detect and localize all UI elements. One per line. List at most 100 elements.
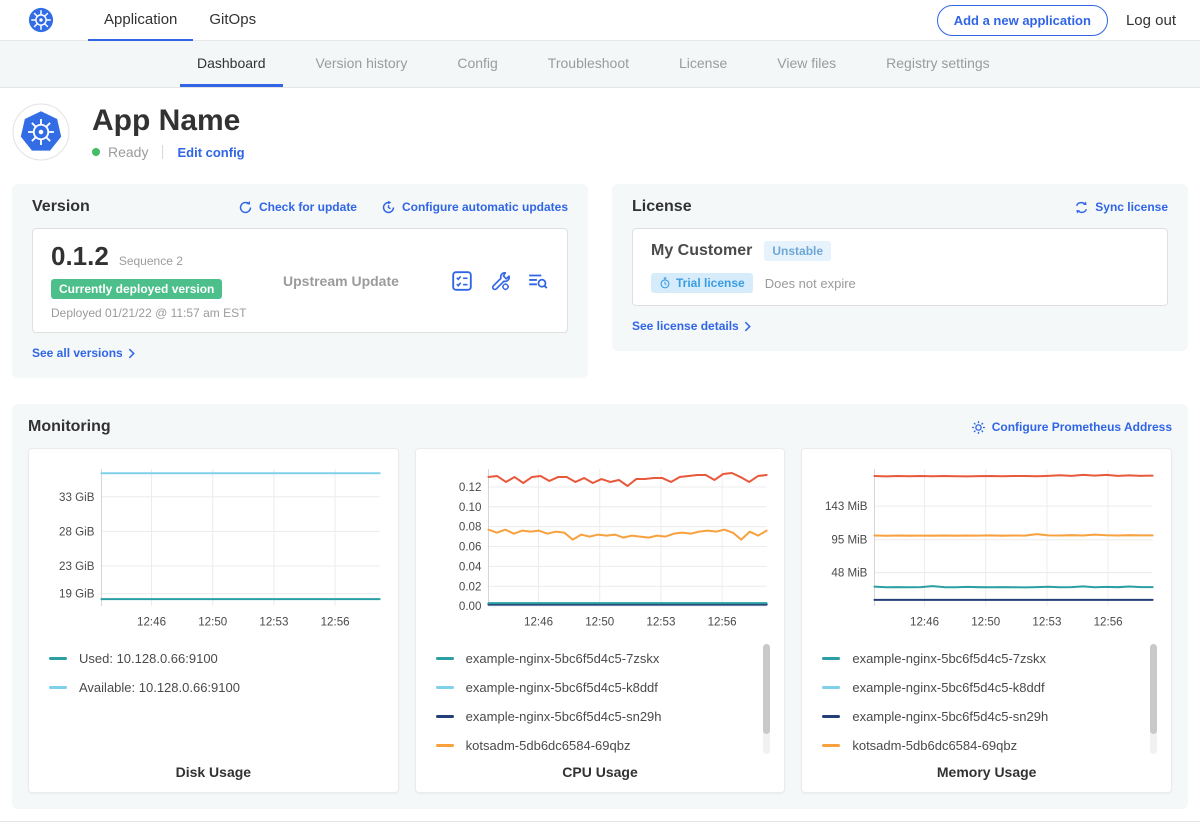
customer-name: My Customer bbox=[651, 242, 752, 260]
version-card-title: Version bbox=[32, 198, 90, 216]
legend-label: example-nginx-5bc6f5d4c5-k8ddf bbox=[852, 680, 1044, 695]
legend-item: kotsadm-5db6dc6584-69qbz bbox=[436, 731, 757, 760]
see-license-details-link[interactable]: See license details bbox=[632, 319, 751, 333]
app-status-row: Ready Edit config bbox=[92, 144, 245, 160]
kubernetes-logo-icon bbox=[28, 7, 54, 33]
see-all-versions-link[interactable]: See all versions bbox=[32, 346, 135, 360]
chevron-right-icon bbox=[744, 321, 751, 332]
svg-text:12:53: 12:53 bbox=[646, 616, 675, 628]
subnav-tab-registry-settings[interactable]: Registry settings bbox=[869, 41, 1006, 87]
topnav-right: Add a new application Log out bbox=[937, 5, 1176, 36]
svg-text:12:56: 12:56 bbox=[1094, 616, 1123, 628]
stopwatch-icon bbox=[659, 277, 671, 289]
svg-text:0.08: 0.08 bbox=[459, 522, 482, 534]
svg-text:0.04: 0.04 bbox=[459, 561, 482, 573]
subnav-tab-dashboard[interactable]: Dashboard bbox=[180, 41, 283, 87]
disk-usage-legend: Used: 10.128.0.66:9100Available: 10.128.… bbox=[39, 642, 388, 760]
memory-usage-legend: example-nginx-5bc6f5d4c5-7zskx example-ng… bbox=[812, 642, 1161, 760]
svg-text:23 GiB: 23 GiB bbox=[59, 561, 95, 573]
license-card: License Sync license My Customer Unstabl… bbox=[612, 184, 1188, 351]
configure-prometheus-link[interactable]: Configure Prometheus Address bbox=[971, 420, 1172, 435]
deployed-timestamp: Deployed 01/21/22 @ 11:57 am EST bbox=[51, 306, 283, 320]
chart-title: Memory Usage bbox=[812, 764, 1161, 780]
svg-text:12:46: 12:46 bbox=[910, 616, 939, 628]
app-title-block: App Name Ready Edit config bbox=[92, 104, 245, 160]
version-action-icons bbox=[451, 270, 549, 292]
legend-color-dash bbox=[436, 715, 454, 718]
legend-scrollbar-thumb[interactable] bbox=[1150, 644, 1157, 734]
refresh-icon bbox=[238, 200, 253, 215]
legend-item: example-nginx-5bc6f5d4c5-7zskx bbox=[436, 644, 757, 673]
edit-config-link[interactable]: Edit config bbox=[177, 145, 244, 160]
memory-usage-plot: 12:4612:5012:5312:5648 MiB95 MiB143 MiB bbox=[812, 459, 1161, 632]
config-wrench-icon[interactable] bbox=[489, 270, 511, 292]
svg-text:143 MiB: 143 MiB bbox=[825, 501, 868, 513]
subnav-tab-version-history[interactable]: Version history bbox=[299, 41, 425, 87]
svg-text:12:56: 12:56 bbox=[321, 616, 350, 628]
legend-label: kotsadm-5db6dc6584-69qbz bbox=[466, 738, 631, 753]
topnav-tab-application[interactable]: Application bbox=[88, 0, 193, 41]
cards-row: Version Check for update Configure autom… bbox=[0, 184, 1200, 378]
sync-license-link[interactable]: Sync license bbox=[1074, 200, 1168, 215]
subnav-tab-config[interactable]: Config bbox=[440, 41, 514, 87]
memory-usage-chart-card: 12:4612:5012:5312:5648 MiB95 MiB143 MiB … bbox=[801, 448, 1172, 793]
legend-color-dash bbox=[436, 657, 454, 660]
legend-item: example-nginx-5bc6f5d4c5-k8ddf bbox=[436, 673, 757, 702]
cpu-usage-legend: example-nginx-5bc6f5d4c5-7zskx example-ng… bbox=[426, 642, 775, 760]
deployed-badge: Currently deployed version bbox=[51, 279, 222, 299]
svg-text:12:50: 12:50 bbox=[585, 616, 614, 628]
legend-item: Used: 10.128.0.66:9100 bbox=[49, 644, 370, 673]
logout-link[interactable]: Log out bbox=[1126, 12, 1176, 29]
top-nav: Application GitOps Add a new application… bbox=[0, 0, 1200, 41]
auto-update-clock-icon bbox=[381, 200, 396, 215]
legend-label: kotsadm-5db6dc6584-69qbz bbox=[852, 738, 1017, 753]
configure-auto-updates-link[interactable]: Configure automatic updates bbox=[381, 200, 568, 215]
svg-text:19 GiB: 19 GiB bbox=[59, 589, 95, 601]
legend-item: Available: 10.128.0.66:9100 bbox=[49, 673, 370, 702]
legend-scrollbar[interactable] bbox=[1150, 644, 1157, 754]
chart-title: Disk Usage bbox=[39, 764, 388, 780]
version-source-label: Upstream Update bbox=[283, 273, 399, 289]
subnav-tab-troubleshoot[interactable]: Troubleshoot bbox=[531, 41, 646, 87]
legend-item: example-nginx-5bc6f5d4c5-sn29h bbox=[822, 702, 1143, 731]
current-version-box: 0.1.2 Sequence 2 Currently deployed vers… bbox=[32, 228, 568, 333]
legend-item: example-nginx-5bc6f5d4c5-7zskx bbox=[822, 644, 1143, 673]
charts-row: 12:4612:5012:5312:5619 GiB23 GiB28 GiB33… bbox=[28, 448, 1172, 793]
chart-title: CPU Usage bbox=[426, 764, 775, 780]
topnav-tabs: Application GitOps bbox=[88, 0, 272, 41]
license-details-box: My Customer Unstable Trial license Does … bbox=[632, 228, 1168, 306]
app-kubernetes-icon bbox=[12, 103, 70, 161]
svg-text:12:46: 12:46 bbox=[137, 616, 166, 628]
svg-text:0.12: 0.12 bbox=[459, 482, 482, 494]
subnav-tab-view-files[interactable]: View files bbox=[760, 41, 853, 87]
cpu-usage-chart-card: 12:4612:5012:5312:560.000.020.040.060.08… bbox=[415, 448, 786, 793]
sync-arrows-icon bbox=[1074, 200, 1089, 215]
deploy-logs-icon[interactable] bbox=[527, 270, 549, 292]
svg-text:0.02: 0.02 bbox=[459, 581, 482, 593]
topnav-tab-gitops[interactable]: GitOps bbox=[193, 0, 272, 41]
monitoring-title: Monitoring bbox=[28, 418, 111, 436]
legend-label: example-nginx-5bc6f5d4c5-7zskx bbox=[852, 651, 1046, 666]
add-application-button[interactable]: Add a new application bbox=[937, 5, 1108, 36]
subnav-tab-license[interactable]: License bbox=[662, 41, 744, 87]
legend-label: example-nginx-5bc6f5d4c5-k8ddf bbox=[466, 680, 658, 695]
svg-text:12:50: 12:50 bbox=[198, 616, 227, 628]
license-expiry: Does not expire bbox=[765, 276, 856, 291]
check-for-update-link[interactable]: Check for update bbox=[238, 200, 357, 215]
svg-text:33 GiB: 33 GiB bbox=[59, 492, 95, 504]
legend-scrollbar[interactable] bbox=[763, 644, 770, 754]
legend-item: example-nginx-5bc6f5d4c5-sn29h bbox=[436, 702, 757, 731]
legend-label: example-nginx-5bc6f5d4c5-sn29h bbox=[466, 709, 662, 724]
svg-text:0.00: 0.00 bbox=[459, 601, 482, 613]
svg-text:48 MiB: 48 MiB bbox=[832, 568, 868, 580]
cpu-usage-plot: 12:4612:5012:5312:560.000.020.040.060.08… bbox=[426, 459, 775, 632]
status-dot bbox=[92, 148, 100, 156]
version-sequence: Sequence 2 bbox=[119, 254, 183, 268]
legend-scrollbar-thumb[interactable] bbox=[763, 644, 770, 734]
svg-text:0.06: 0.06 bbox=[459, 542, 482, 554]
gear-icon bbox=[971, 420, 986, 435]
trial-license-badge: Trial license bbox=[651, 273, 753, 293]
legend-item: kotsadm-5db6dc6584-69qbz bbox=[822, 731, 1143, 760]
preflight-checks-icon[interactable] bbox=[451, 270, 473, 292]
legend-color-dash bbox=[822, 744, 840, 747]
